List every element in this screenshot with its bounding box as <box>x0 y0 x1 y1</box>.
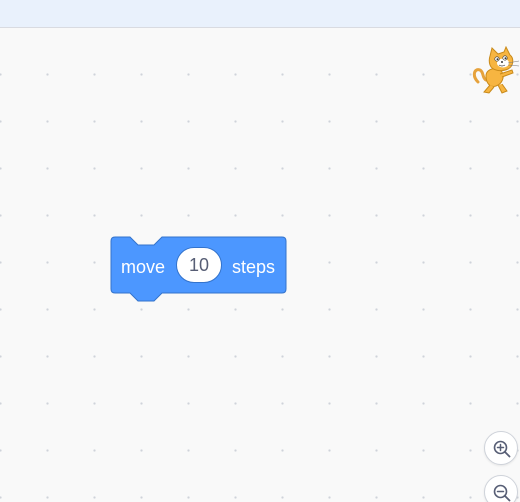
zoom-in-button[interactable] <box>484 431 518 465</box>
zoom-in-icon <box>493 440 511 458</box>
zoom-out-button[interactable] <box>484 475 518 502</box>
cat-sprite-icon <box>472 45 520 98</box>
block-label-move: move <box>121 257 166 277</box>
steps-input[interactable]: 10 <box>176 247 222 283</box>
zoom-out-icon <box>493 484 511 502</box>
scratch-editor: move 10 steps <box>0 0 520 502</box>
move-steps-block[interactable]: move 10 steps <box>110 236 288 304</box>
top-bar <box>0 0 520 28</box>
block-label-steps: steps <box>232 257 276 277</box>
